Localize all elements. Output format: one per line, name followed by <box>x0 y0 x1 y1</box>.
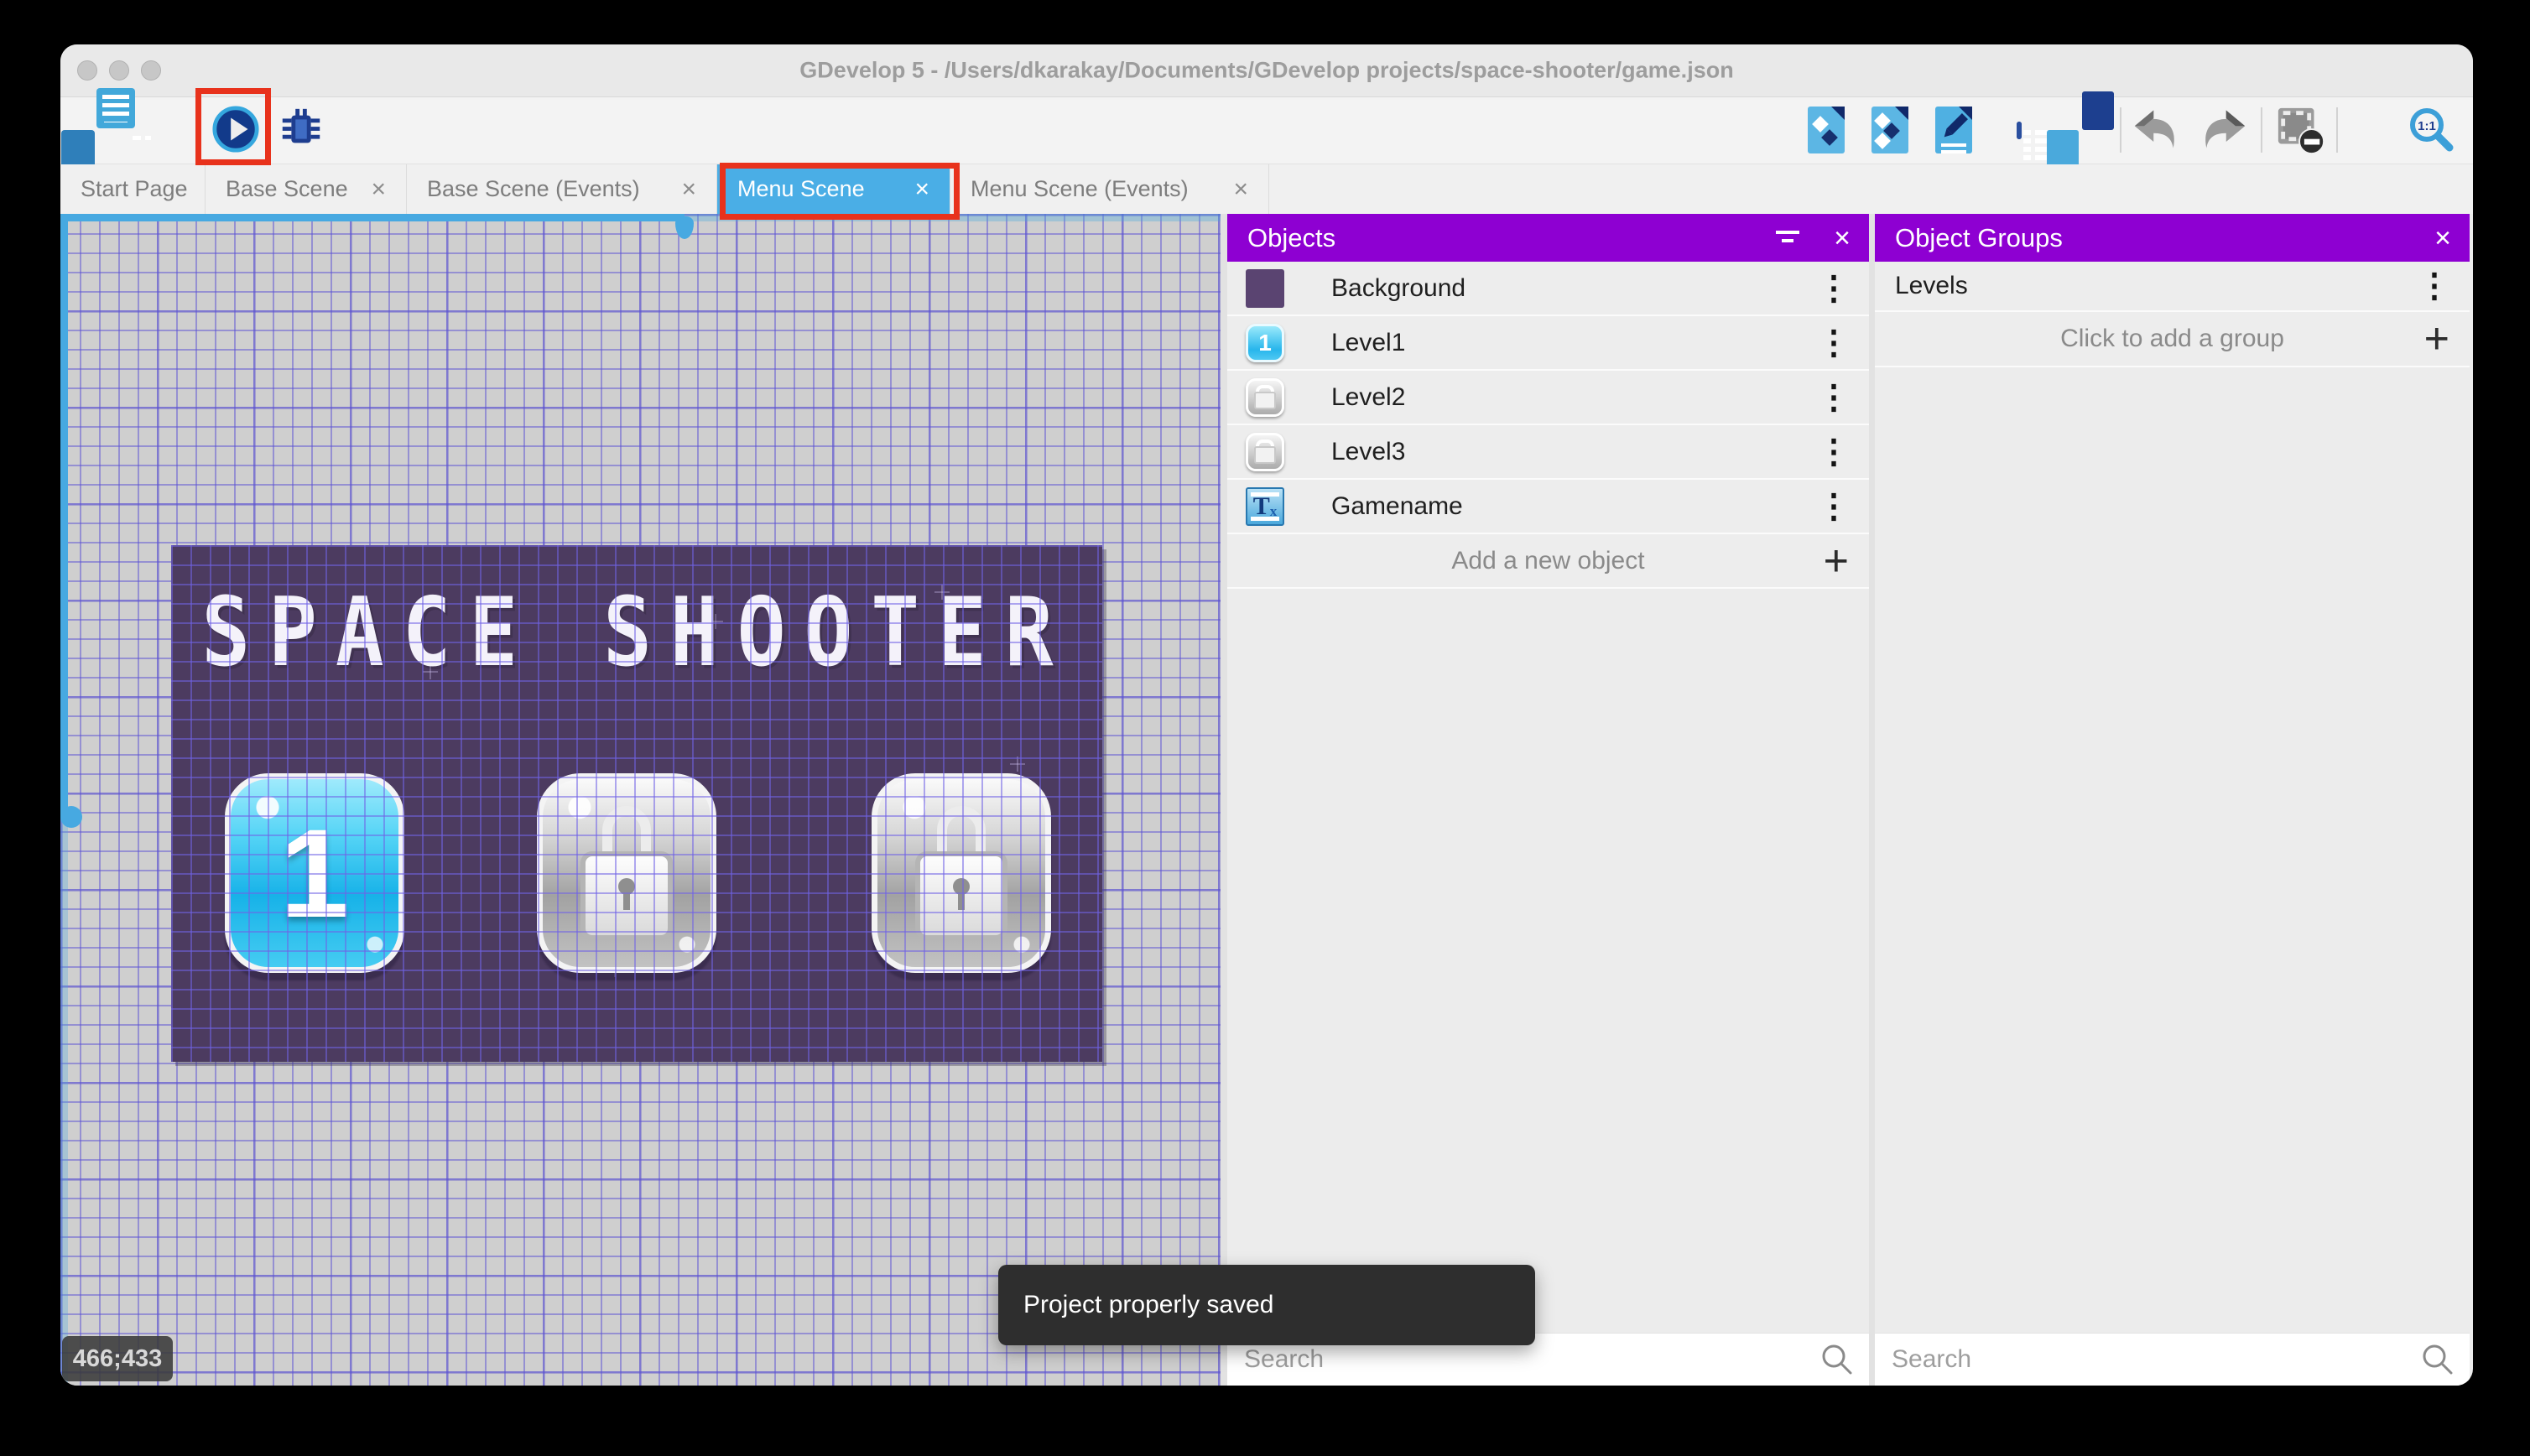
kebab-menu-icon[interactable]: ⋮ <box>1817 272 1851 305</box>
object-row-background[interactable]: Background ⋮ <box>1227 262 1869 316</box>
minimize-window-button[interactable] <box>109 60 129 81</box>
tab-base-scene[interactable]: Base Scene × <box>206 164 407 214</box>
scene-title-text: SPACE SHOOTER <box>201 577 1072 689</box>
group-row-levels[interactable]: Levels ⋮ <box>1875 262 2470 312</box>
redo-button[interactable] <box>2198 105 2246 155</box>
zoom-window-button[interactable] <box>141 60 161 81</box>
bug-icon <box>282 108 320 143</box>
toolbar-divider <box>2120 107 2121 153</box>
panel-divider <box>1869 214 1875 1386</box>
annotation-menu-scene-tab-highlight <box>720 163 960 220</box>
vertical-scrollbar-fill <box>60 214 68 818</box>
kebab-menu-icon[interactable]: ⋮ <box>1817 326 1851 360</box>
game-scene-preview[interactable]: SPACE SHOOTER 1 <box>171 545 1102 1062</box>
kebab-menu-icon[interactable]: ⋮ <box>1817 381 1851 414</box>
level2-locked-button-instance[interactable] <box>537 773 716 973</box>
horizontal-scrollbar-thumb[interactable] <box>675 216 694 239</box>
text-object-icon: Tx <box>1246 486 1284 526</box>
instances-list-icon <box>2017 121 2048 139</box>
close-tab-icon[interactable]: × <box>1211 175 1248 204</box>
tab-bar: Start Page Base Scene × Base Scene (Even… <box>60 164 2473 214</box>
object-groups-panel: Object Groups × Levels ⋮ Click to add a … <box>1875 214 2470 1386</box>
object-groups-panel-title: Object Groups <box>1895 222 2063 252</box>
tab-base-scene-events[interactable]: Base Scene (Events) × <box>407 164 717 214</box>
debug-icon[interactable] <box>277 105 325 155</box>
tab-menu-scene-events[interactable]: Menu Scene (Events) × <box>950 164 1269 214</box>
window-title: GDevelop 5 - /Users/dkarakay/Documents/G… <box>799 57 1734 83</box>
level1-button-instance[interactable]: 1 <box>225 773 404 973</box>
plus-icon[interactable]: + <box>2424 317 2449 361</box>
add-group-row[interactable]: Click to add a group + <box>1875 312 2470 367</box>
close-panel-icon[interactable]: × <box>1834 224 1851 252</box>
level1-object-icon: 1 <box>1246 323 1284 362</box>
pencil-icon <box>1944 113 1968 138</box>
toggle-instances-mask-button[interactable] <box>2275 105 2325 155</box>
vertical-scrollbar-thumb[interactable] <box>60 806 82 828</box>
undo-button[interactable] <box>2132 105 2180 155</box>
panel-divider <box>1221 214 1227 1386</box>
undo-icon <box>2134 110 2174 148</box>
kebab-menu-icon[interactable]: ⋮ <box>1817 435 1851 469</box>
plus-icon[interactable]: + <box>1824 539 1849 583</box>
mask-minus-icon <box>2278 107 2325 155</box>
zoom-1-1-icon: 1:1 <box>2410 108 2454 152</box>
object-groups-page-icon <box>1871 107 1908 153</box>
save-toast: Project properly saved <box>998 1265 1535 1345</box>
filter-icon[interactable] <box>1775 226 1800 251</box>
search-icon <box>2423 1344 2453 1375</box>
object-groups-panel-header: Object Groups × <box>1875 214 2470 262</box>
objects-panel-header: Objects × <box>1227 214 1869 262</box>
objects-search-input[interactable] <box>1227 1344 1812 1375</box>
screenshot-root: GDevelop 5 - /Users/dkarakay/Documents/G… <box>0 0 2530 1456</box>
tab-start-page[interactable]: Start Page <box>60 164 206 214</box>
close-panel-icon[interactable]: × <box>2434 224 2451 252</box>
open-layers-editor-button[interactable] <box>2047 91 2114 169</box>
toolbar-divider <box>2336 107 2338 153</box>
annotation-play-button-highlight <box>195 88 271 165</box>
kebab-menu-icon[interactable]: ⋮ <box>2418 269 2451 303</box>
titlebar: GDevelop 5 - /Users/dkarakay/Documents/G… <box>60 44 2473 97</box>
groups-search-input[interactable] <box>1875 1344 2413 1375</box>
toast-message: Project properly saved <box>1023 1291 1274 1318</box>
kebab-menu-icon[interactable]: ⋮ <box>1817 490 1851 523</box>
object-row-gamename[interactable]: Tx Gamename ⋮ <box>1227 480 1869 534</box>
toolbar-divider <box>2261 107 2262 153</box>
svg-text:1:1: 1:1 <box>2418 119 2436 133</box>
object-row-level3[interactable]: Level3 ⋮ <box>1227 425 1869 480</box>
content-area: SPACE SHOOTER 1 466;433 Objects × Backgr… <box>60 214 2473 1386</box>
redo-icon <box>2205 110 2246 148</box>
close-tab-icon[interactable]: × <box>659 175 696 204</box>
objects-page-icon <box>1808 107 1845 153</box>
close-window-button[interactable] <box>77 60 97 81</box>
cursor-coordinates-badge: 466;433 <box>62 1336 173 1381</box>
object-row-level2[interactable]: Level2 ⋮ <box>1227 371 1869 425</box>
objects-panel-title: Objects <box>1247 222 1336 252</box>
background-object-icon <box>1246 268 1284 308</box>
open-properties-button[interactable] <box>1929 105 1978 155</box>
level3-locked-button-instance[interactable] <box>872 773 1051 973</box>
close-tab-icon[interactable]: × <box>349 175 386 204</box>
lock-icon <box>915 806 1007 940</box>
toggle-grid-button[interactable] <box>2350 105 2399 155</box>
locked-button-object-icon <box>1246 377 1284 417</box>
object-row-level1[interactable]: 1 Level1 ⋮ <box>1227 316 1869 371</box>
open-instances-list-button[interactable] <box>1995 105 2048 155</box>
scene-editor-canvas[interactable]: SPACE SHOOTER 1 466;433 <box>60 214 1221 1386</box>
objects-panel: Objects × Background ⋮ 1 Level1 ⋮ Level2 <box>1227 214 1869 1386</box>
lock-icon <box>580 806 673 940</box>
toolbar: 1:1 <box>60 88 2473 169</box>
add-object-row[interactable]: Add a new object + <box>1227 534 1869 589</box>
groups-search-bar <box>1875 1334 2470 1386</box>
preview-window-icon[interactable] <box>133 105 183 155</box>
horizontal-scrollbar-fill <box>60 214 685 221</box>
locked-button-object-icon <box>1246 432 1284 471</box>
search-icon <box>1822 1344 1852 1375</box>
project-manager-icon[interactable] <box>61 88 135 169</box>
zoom-one-to-one-button[interactable]: 1:1 <box>2407 105 2455 155</box>
open-objects-editor-button[interactable] <box>1802 105 1851 155</box>
open-object-groups-editor-button[interactable] <box>1866 105 1914 155</box>
app-window: GDevelop 5 - /Users/dkarakay/Documents/G… <box>60 44 2473 1386</box>
